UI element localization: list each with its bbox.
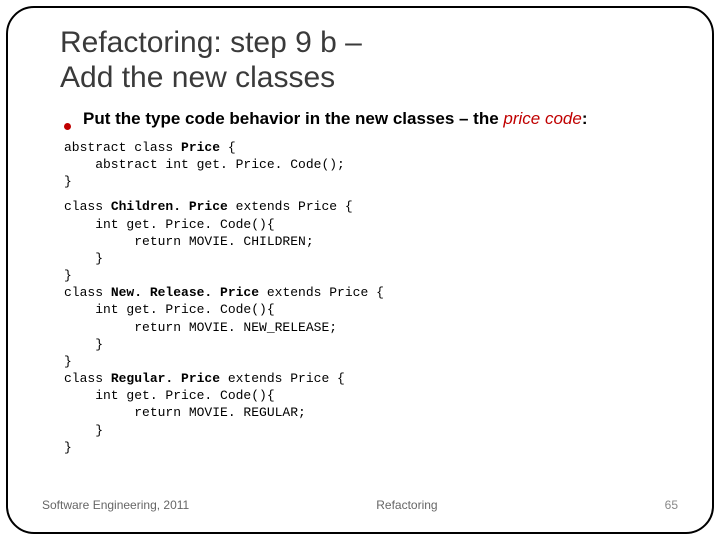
page-number: 65 <box>665 498 678 512</box>
bullet-icon <box>64 123 71 130</box>
bullet-prefix: Put the type code behavior in the new cl… <box>83 109 503 128</box>
code-block-1: abstract class Price { abstract int get.… <box>64 139 684 190</box>
bullet-item: Put the type code behavior in the new cl… <box>64 109 684 129</box>
footer-center: Refactoring <box>149 498 664 512</box>
bullet-text: Put the type code behavior in the new cl… <box>83 109 588 129</box>
footer: Software Engineering, 2011 Refactoring 6… <box>42 498 678 512</box>
code-block-2: class Children. Price extends Price { in… <box>64 198 684 455</box>
bullet-emphasis: price code <box>503 109 581 128</box>
title-line-1: Refactoring: step 9 b – <box>60 26 362 59</box>
slide-frame: Refactoring: step 9 b – Add the new clas… <box>6 6 714 534</box>
bullet-suffix: : <box>582 109 588 128</box>
title-line-2: Add the new classes <box>60 61 335 94</box>
slide-title: Refactoring: step 9 b – Add the new clas… <box>60 26 684 95</box>
